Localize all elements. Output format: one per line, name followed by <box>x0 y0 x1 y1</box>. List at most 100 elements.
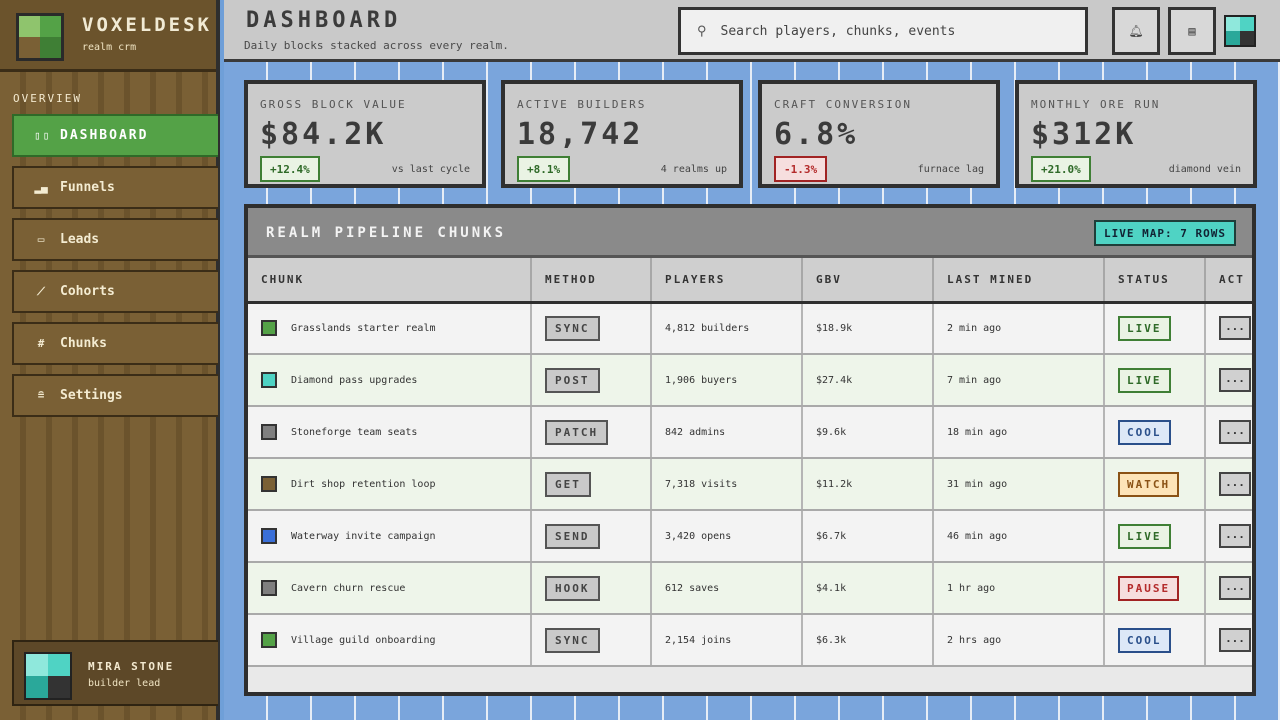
header-avatar[interactable] <box>1224 15 1256 47</box>
table-row[interactable]: Village guild onboarding SYNC 2,154 joins $… <box>248 614 1252 667</box>
nav-item-label: DASHBOARD <box>60 128 149 143</box>
cell-gbv: $6.7k <box>802 510 934 563</box>
nav-menu: ▯▯ DASHBOARD ▂▄ Funnels ▭ Leads ⟋ Cohort… <box>12 114 218 426</box>
method-tag: PATCH <box>545 419 609 445</box>
cell-act: ... <box>1205 510 1252 563</box>
cell-method: SYNC <box>531 302 652 355</box>
user-card[interactable]: MIRA STONE builder lead <box>12 640 218 706</box>
kpi-label: ACTIVE BUILDERS <box>517 98 647 111</box>
cell-act: ... <box>1205 406 1252 459</box>
brand-logo-icon <box>16 13 64 61</box>
status-badge: PAUSE <box>1118 575 1180 601</box>
nav-item-label: Funnels <box>60 180 115 195</box>
trend-icon: ⟋ <box>37 284 45 298</box>
table-row[interactable]: Diamond pass upgrades POST 1,906 buyers $27… <box>248 354 1252 407</box>
cell-status: COOL <box>1104 406 1206 459</box>
notes-button[interactable]: ▤ <box>1168 7 1216 55</box>
nav-item-chunks[interactable]: # Chunks <box>12 322 218 365</box>
method-tag: POST <box>545 367 600 393</box>
chunk-name: Village guild onboarding <box>291 635 436 646</box>
column-header-status[interactable]: STATUS <box>1104 258 1206 304</box>
chunk-color-swatch <box>261 476 277 492</box>
table-row[interactable]: Dirt shop retention loop GET 7,318 visits $… <box>248 458 1252 511</box>
table-header-row: CHUNK METHOD PLAYERS GBV LAST MINED STAT… <box>248 258 1252 304</box>
search-icon: ⚲ <box>697 23 707 39</box>
chunk-color-swatch <box>261 424 277 440</box>
cell-chunk: Diamond pass upgrades <box>248 354 532 407</box>
status-badge: WATCH <box>1118 471 1180 497</box>
row-actions-button[interactable]: ... <box>1219 628 1251 652</box>
top-header: DASHBOARD Daily blocks stacked across ev… <box>224 0 1280 62</box>
status-badge: LIVE <box>1118 523 1171 549</box>
cell-players: 3,420 opens <box>651 510 803 563</box>
cell-status: LIVE <box>1104 354 1206 407</box>
nav-item-funnels[interactable]: ▂▄ Funnels <box>12 166 218 209</box>
cell-last-mined: 1 hr ago <box>933 562 1105 615</box>
row-actions-button[interactable]: ... <box>1219 316 1251 341</box>
search-box[interactable]: ⚲ <box>678 7 1088 55</box>
cell-chunk: Grasslands starter realm <box>248 302 532 355</box>
cell-gbv: $6.3k <box>802 614 934 667</box>
table-row[interactable]: Waterway invite campaign SEND 3,420 opens $… <box>248 510 1252 563</box>
page-title: DASHBOARD <box>246 8 402 33</box>
search-input[interactable] <box>720 23 1061 39</box>
avatar <box>24 652 72 700</box>
nav-item-dashboard[interactable]: ▯▯ DASHBOARD <box>12 114 218 157</box>
column-header-players[interactable]: PLAYERS <box>651 258 803 304</box>
method-tag: GET <box>545 471 591 497</box>
table-row[interactable]: Stoneforge team seats PATCH 842 admins $9.6… <box>248 406 1252 459</box>
pipeline-table: CHUNK METHOD PLAYERS GBV LAST MINED STAT… <box>248 258 1252 667</box>
kpi-note: vs last cycle <box>391 164 470 175</box>
method-tag: HOOK <box>545 575 600 601</box>
cell-method: SEND <box>531 510 652 563</box>
nav-item-label: Leads <box>60 232 100 247</box>
nav-item-settings[interactable]: ≘ Settings <box>12 374 218 417</box>
column-header-gbv[interactable]: GBV <box>802 258 934 304</box>
cell-chunk: Cavern churn rescue <box>248 562 532 615</box>
chunk-color-swatch <box>261 632 277 648</box>
column-header-chunk[interactable]: CHUNK <box>248 258 532 304</box>
table-row[interactable]: Grasslands starter realm SYNC 4,812 builde… <box>248 302 1252 355</box>
cell-method: PATCH <box>531 406 652 459</box>
nav-item-cohorts[interactable]: ⟋ Cohorts <box>12 270 218 313</box>
nav-item-leads[interactable]: ▭ Leads <box>12 218 218 261</box>
pipeline-panel: REALM PIPELINE CHUNKS LIVE MAP: 7 ROWS C… <box>244 204 1256 696</box>
method-tag: SEND <box>545 523 600 549</box>
row-actions-button[interactable]: ... <box>1219 420 1251 444</box>
cell-players: 612 saves <box>651 562 803 615</box>
status-badge: LIVE <box>1118 367 1171 393</box>
cell-players: 2,154 joins <box>651 614 803 667</box>
notifications-button[interactable]: 🔔︎ <box>1112 7 1160 55</box>
kpi-note: furnace lag <box>917 164 984 175</box>
row-actions-button[interactable]: ... <box>1219 368 1251 392</box>
column-header-last-mined[interactable]: LAST MINED <box>933 258 1105 304</box>
panel-title: REALM PIPELINE CHUNKS <box>266 225 507 241</box>
kpi-card-gross-block-value: GROSS BLOCK VALUE $84.2K +12.4% vs last … <box>244 80 486 188</box>
status-badge: COOL <box>1118 419 1171 445</box>
cell-chunk: Waterway invite campaign <box>248 510 532 563</box>
cell-players: 842 admins <box>651 406 803 459</box>
cell-players: 7,318 visits <box>651 458 803 511</box>
row-actions-button[interactable]: ... <box>1219 576 1251 600</box>
stack-icon: ≘ <box>37 389 45 402</box>
kpi-delta: +8.1% <box>517 156 571 182</box>
cell-gbv: $9.6k <box>802 406 934 459</box>
table-row[interactable]: Cavern churn rescue HOOK 612 saves $4.1k 1 h… <box>248 562 1252 615</box>
cell-gbv: $27.4k <box>802 354 934 407</box>
status-badge: LIVE <box>1118 315 1171 341</box>
kpi-note: diamond vein <box>1168 164 1241 175</box>
kpi-label: GROSS BLOCK VALUE <box>260 98 407 111</box>
cell-act: ... <box>1205 302 1252 355</box>
row-actions-button[interactable]: ... <box>1219 524 1251 548</box>
kpi-label: MONTHLY ORE RUN <box>1031 98 1161 111</box>
sidebar: VOXELDESK realm crm OVERVIEW ▯▯ DASHBOAR… <box>0 0 220 720</box>
cell-method: SYNC <box>531 614 652 667</box>
nav-item-label: Settings <box>60 388 123 403</box>
brand-sub: realm crm <box>82 42 137 53</box>
brand: VOXELDESK realm crm <box>0 0 216 72</box>
column-header-act[interactable]: ACT <box>1205 258 1252 304</box>
kpi-delta: +21.0% <box>1031 156 1091 182</box>
column-header-method[interactable]: METHOD <box>531 258 652 304</box>
row-actions-button[interactable]: ... <box>1219 472 1251 496</box>
user-role: builder lead <box>88 678 161 689</box>
